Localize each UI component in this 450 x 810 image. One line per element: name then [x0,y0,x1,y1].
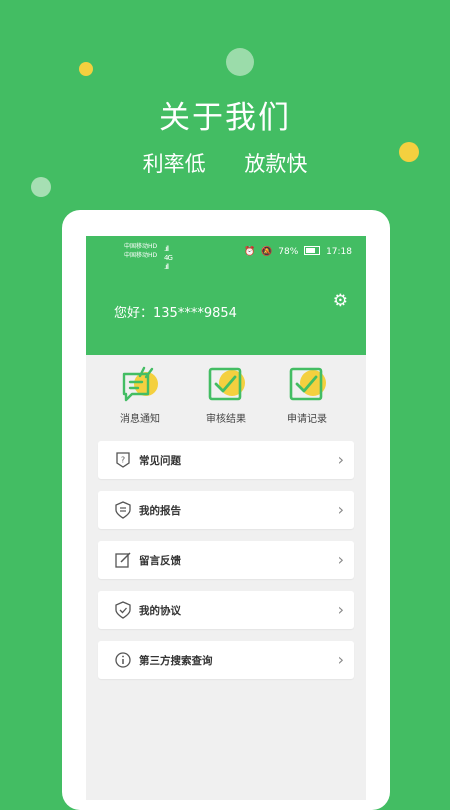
carrier-1: 中国移动 [124,243,149,250]
quick-action-messages[interactable]: 消息通知 [95,366,185,425]
battery-icon [304,246,321,255]
promo-tagline: 利率低 放款快 [0,148,450,178]
status-carriers: 中国移动HD 中国移动HD .ıll 4G .ıll [124,242,173,271]
menu-item-my-report[interactable]: 我的报告 › [98,491,354,529]
report-shield-icon [114,501,132,519]
menu-item-feedback[interactable]: 留言反馈 › [98,541,354,579]
battery-percent: 78% [278,247,299,257]
user-greeting: 您好：135****9854 [114,306,237,321]
promo-headline: 关于我们 [159,100,291,136]
quick-action-label: 申请记录 [287,414,327,425]
edit-icon [114,551,132,569]
menu-item-third-party-search[interactable]: 第三方搜索查询 › [98,641,354,679]
decor-circle [79,62,93,76]
menu-item-label: 我的协议 [139,605,181,617]
mute-icon: 🔕 [261,247,273,257]
question-shield-icon: ? [114,451,132,469]
menu-item-label: 留言反馈 [139,555,181,567]
menu-item-faq[interactable]: ? 常见问题 › [98,441,354,479]
chevron-right-icon: › [337,550,344,569]
status-right: ⏰ 🔕 78% 17:18 [241,245,352,257]
menu-item-my-agreement[interactable]: 我的协议 › [98,591,354,629]
app-screen: 中国移动HD 中国移动HD .ıll 4G .ıll ⏰ 🔕 78% 17:18… [86,236,366,800]
chevron-right-icon: › [337,600,344,619]
decor-circle [31,177,51,197]
menu-item-label: 常见问题 [139,455,181,467]
quick-action-label: 审核结果 [206,414,246,425]
settings-gear-icon[interactable]: ⚙ [333,291,348,311]
clock: 17:18 [326,247,352,257]
review-check-icon [204,366,248,406]
tag-fast-loan: 放款快 [244,152,308,176]
menu-item-label: 我的报告 [139,505,181,517]
carrier-2: 中国移动 [124,252,149,259]
chevron-right-icon: › [337,450,344,469]
app-header: 中国移动HD 中国移动HD .ıll 4G .ıll ⏰ 🔕 78% 17:18… [86,236,366,355]
carrier-1-badge: HD [148,243,158,250]
svg-text:?: ? [121,456,125,465]
carrier-2-badge: HD [148,252,158,259]
tag-low-rate: 利率低 [142,152,206,176]
menu-item-label: 第三方搜索查询 [139,655,213,667]
signal-icon: .ıll 4G .ıll [164,245,173,271]
alarm-icon: ⏰ [244,247,256,257]
message-icon [118,366,162,406]
network-type: 4G [164,254,173,262]
record-check-icon [285,366,329,406]
chevron-right-icon: › [337,500,344,519]
quick-action-apply-record[interactable]: 申请记录 [262,366,352,425]
chevron-right-icon: › [337,650,344,669]
info-icon [114,651,132,669]
decor-circle [226,48,254,76]
check-shield-icon [114,601,132,619]
quick-action-label: 消息通知 [120,414,160,425]
quick-action-review-result[interactable]: 审核结果 [181,366,271,425]
